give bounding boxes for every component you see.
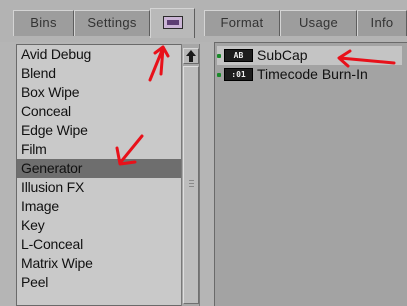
tab-info-label: Info xyxy=(370,15,394,30)
category-item-selected[interactable]: Generator xyxy=(17,159,181,178)
scroll-thumb[interactable] xyxy=(183,66,199,304)
category-item[interactable]: Box Wipe xyxy=(17,83,181,102)
category-item[interactable]: Key xyxy=(17,216,181,235)
effects-palette-icon xyxy=(163,16,183,29)
effect-list-panel: AB SubCap :01 Timecode Burn-In xyxy=(214,42,407,306)
category-item[interactable]: Edge Wipe xyxy=(17,121,181,140)
effect-category-list: Avid Debug Blend Box Wipe Conceal Edge W… xyxy=(16,44,181,306)
effect-item-subcap[interactable]: AB SubCap xyxy=(217,46,402,65)
tab-effects[interactable] xyxy=(150,8,195,38)
category-item[interactable]: L-Conceal xyxy=(17,235,181,254)
tab-bins[interactable]: Bins xyxy=(13,10,74,36)
timecode-effect-icon: :01 xyxy=(224,68,253,81)
category-item[interactable]: Matrix Wipe xyxy=(17,254,181,273)
status-dot-icon xyxy=(217,73,221,77)
category-item[interactable]: Peel xyxy=(17,273,181,292)
category-item[interactable]: Image xyxy=(17,197,181,216)
effect-item-timecode-burn-in[interactable]: :01 Timecode Burn-In xyxy=(217,65,402,84)
tab-info[interactable]: Info xyxy=(357,10,407,36)
tab-format[interactable]: Format xyxy=(204,10,280,36)
status-dot-icon xyxy=(217,54,221,58)
grip-icon xyxy=(189,180,194,187)
project-tab-bar: Bins Settings Format Usage Info xyxy=(0,0,407,42)
category-item[interactable]: Conceal xyxy=(17,102,181,121)
category-item[interactable]: Illusion FX xyxy=(17,178,181,197)
effect-item-label: SubCap xyxy=(257,47,308,63)
tab-bins-label: Bins xyxy=(30,15,57,30)
subcap-effect-icon: AB xyxy=(224,49,253,62)
effect-category-panel: Avid Debug Blend Box Wipe Conceal Edge W… xyxy=(14,42,207,306)
category-item[interactable]: Film xyxy=(17,140,181,159)
category-item[interactable]: Blend xyxy=(17,64,181,83)
tab-settings[interactable]: Settings xyxy=(74,10,150,36)
tab-settings-label: Settings xyxy=(87,15,137,30)
scroll-up-arrow-icon[interactable] xyxy=(183,48,199,64)
tab-usage-label: Usage xyxy=(298,15,339,30)
tab-format-label: Format xyxy=(220,15,264,30)
category-scrollbar[interactable] xyxy=(181,44,200,306)
effect-item-label: Timecode Burn-In xyxy=(257,66,368,82)
tab-usage[interactable]: Usage xyxy=(280,10,357,36)
category-item[interactable]: Avid Debug xyxy=(17,45,181,64)
